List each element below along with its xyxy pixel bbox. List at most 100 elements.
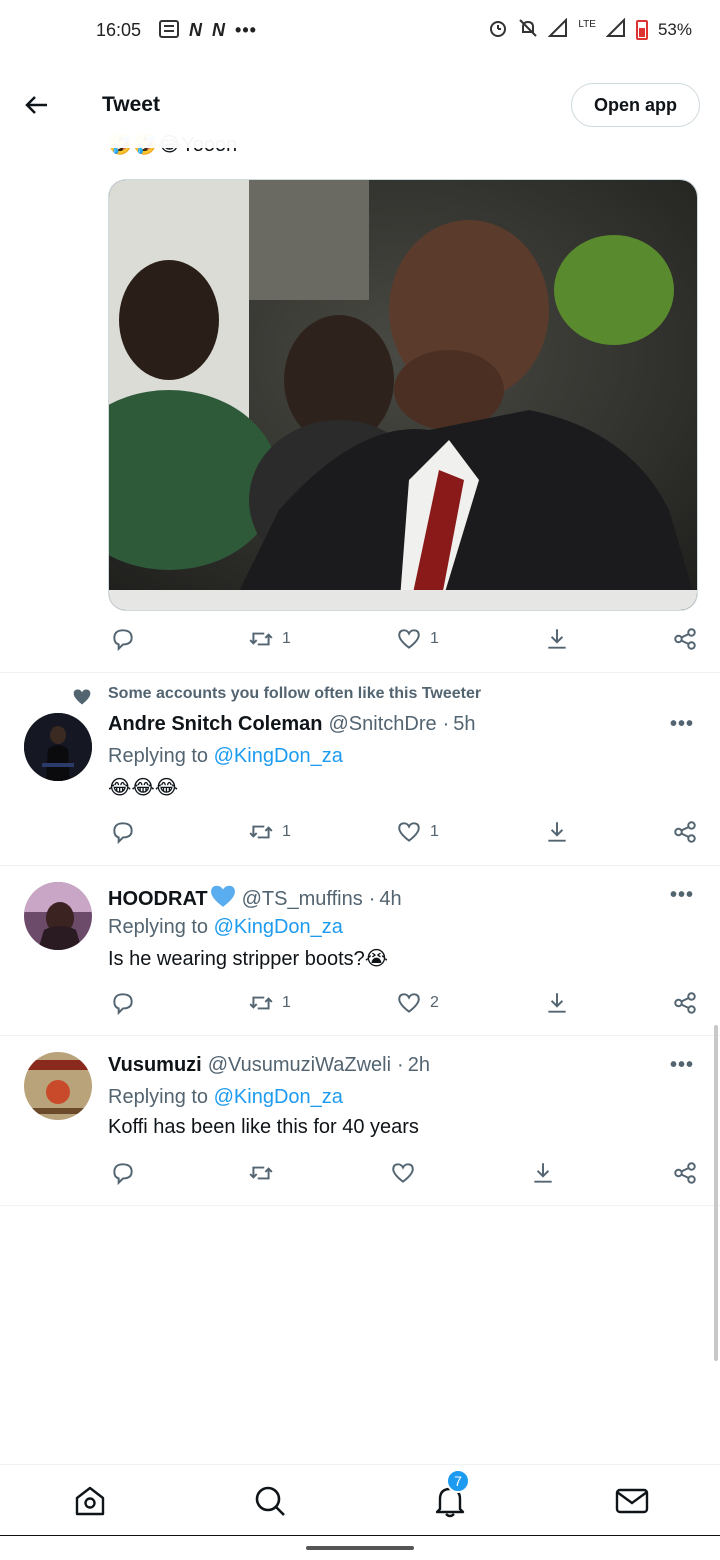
nav-notifications[interactable]: 7: [432, 1469, 470, 1519]
tweet-actions: [108, 1154, 704, 1194]
author-name[interactable]: Vusumuzi: [108, 1054, 202, 1077]
mention-link[interactable]: @KingDon_za: [214, 916, 343, 938]
share-link-button[interactable]: [672, 1160, 698, 1186]
share-link-button[interactable]: [672, 626, 698, 652]
retweet-icon: [249, 632, 273, 646]
more-options-icon[interactable]: •••: [670, 884, 694, 907]
mute-icon: [518, 18, 538, 43]
status-time: 16:05: [96, 19, 142, 40]
retweet-count: 1: [282, 994, 291, 1011]
dot-separator: ·: [442, 713, 450, 735]
author-handle[interactable]: @VusumuziWaZweli: [208, 1054, 391, 1077]
tweet-text: Koffi has been like this for 40 years: [108, 1116, 419, 1138]
blue-heart-icon: [210, 884, 236, 914]
tweet-photo[interactable]: [108, 179, 698, 611]
share-button[interactable]: [544, 819, 570, 845]
tweet-author-line: HOODRAT @TS_muffins · 4h: [108, 884, 402, 914]
tweet-author-line: Vusumuzi @VusumuziWaZweli · 2h: [108, 1054, 430, 1077]
tweet-time[interactable]: 4h: [379, 888, 401, 911]
share-download-icon: [534, 1163, 552, 1183]
share-download-icon: [548, 822, 566, 842]
retweet-button[interactable]: 1: [248, 626, 291, 652]
avatar-image: [24, 882, 92, 950]
open-app-button[interactable]: Open app: [570, 83, 700, 127]
social-context: Some accounts you follow often like this…: [108, 685, 482, 702]
alarm-icon: [488, 18, 508, 43]
tweet-text: 😂😂😂: [108, 777, 179, 799]
main-tweet-actions: 1 1: [108, 620, 704, 660]
like-button[interactable]: 2: [396, 990, 439, 1016]
search-icon: [255, 1486, 285, 1516]
share-icon: [674, 992, 696, 1014]
retweet-button[interactable]: 1: [248, 819, 291, 845]
reply-icon: [113, 822, 133, 845]
more-options-icon[interactable]: •••: [670, 713, 694, 736]
back-button[interactable]: [0, 62, 74, 148]
signal-icon: [547, 17, 568, 43]
retweet-button[interactable]: 1: [248, 990, 291, 1016]
top-header: Tweet Open app: [0, 62, 720, 148]
share-button[interactable]: [544, 626, 570, 652]
share-button[interactable]: [530, 1160, 556, 1186]
nav-search[interactable]: [252, 1483, 288, 1519]
tweet-text: Is he wearing stripper boots?😭: [108, 948, 389, 970]
reply-button[interactable]: [110, 819, 136, 845]
share-link-button[interactable]: [672, 990, 698, 1016]
author-handle[interactable]: @SnitchDre: [328, 713, 436, 736]
replying-to: Replying to @KingDon_za: [108, 916, 343, 939]
heart-icon: [398, 629, 420, 649]
tweet-time[interactable]: 2h: [408, 1054, 430, 1077]
lte-signal-icon: LTE: [578, 18, 596, 30]
replying-prefix: Replying to: [108, 745, 214, 767]
home-icon: [75, 1486, 105, 1516]
like-button[interactable]: 1: [396, 626, 439, 652]
home-indicator[interactable]: [306, 1546, 414, 1550]
avatar[interactable]: [24, 713, 92, 781]
status-right-icons: LTE 53%: [488, 17, 692, 43]
more-options-icon[interactable]: •••: [670, 1054, 694, 1077]
tweet-author-line: Andre Snitch Coleman @SnitchDre · 5h: [108, 713, 476, 736]
reply-tweet[interactable]: Vusumuzi @VusumuziWaZweli · 2h ••• Reply…: [0, 1036, 720, 1206]
reply-tweet[interactable]: Some accounts you follow often like this…: [0, 673, 720, 865]
retweet-button[interactable]: [248, 1160, 274, 1186]
share-link-button[interactable]: [672, 819, 698, 845]
avatar[interactable]: [24, 882, 92, 950]
mention-link[interactable]: @KingDon_za: [214, 745, 343, 767]
reply-button[interactable]: [110, 1160, 136, 1186]
nav-messages[interactable]: [614, 1483, 650, 1519]
signal-icon-2: [605, 17, 626, 43]
tweet-time[interactable]: 5h: [453, 713, 475, 736]
reply-tweet[interactable]: HOODRAT @TS_muffins · 4h ••• Replying to…: [0, 866, 720, 1036]
share-download-icon: [548, 993, 566, 1013]
like-button[interactable]: 1: [396, 819, 439, 845]
mention-link[interactable]: @KingDon_za: [214, 1086, 343, 1108]
like-count: 2: [430, 994, 439, 1011]
share-download-icon: [548, 629, 566, 649]
bottom-nav: 7: [0, 1464, 720, 1536]
share-icon: [674, 628, 696, 650]
share-icon: [674, 821, 696, 843]
author-handle[interactable]: @TS_muffins: [242, 888, 363, 911]
reply-icon: [113, 629, 133, 652]
heart-icon: [398, 822, 420, 842]
author-name[interactable]: HOODRAT: [108, 888, 208, 911]
share-icon: [674, 1162, 696, 1184]
reply-button[interactable]: [110, 626, 136, 652]
notes-icon: [159, 19, 180, 41]
avatar[interactable]: [24, 1052, 92, 1120]
status-bar: 16:05 N N ••• LTE 53%: [0, 0, 720, 60]
like-button[interactable]: [390, 1160, 416, 1186]
netflix-icon: N: [212, 20, 226, 40]
like-count: 1: [430, 823, 439, 840]
author-name[interactable]: Andre Snitch Coleman: [108, 713, 322, 736]
heart-icon: [392, 1163, 414, 1183]
messages-icon: [615, 1488, 649, 1514]
replying-prefix: Replying to: [108, 916, 214, 938]
scrollbar[interactable]: [714, 1025, 718, 1361]
dot-separator: ·: [397, 1054, 404, 1076]
reply-button[interactable]: [110, 990, 136, 1016]
share-button[interactable]: [544, 990, 570, 1016]
retweet-count: 1: [282, 823, 291, 840]
netflix-icon: N: [189, 20, 203, 40]
nav-home[interactable]: [72, 1483, 108, 1519]
